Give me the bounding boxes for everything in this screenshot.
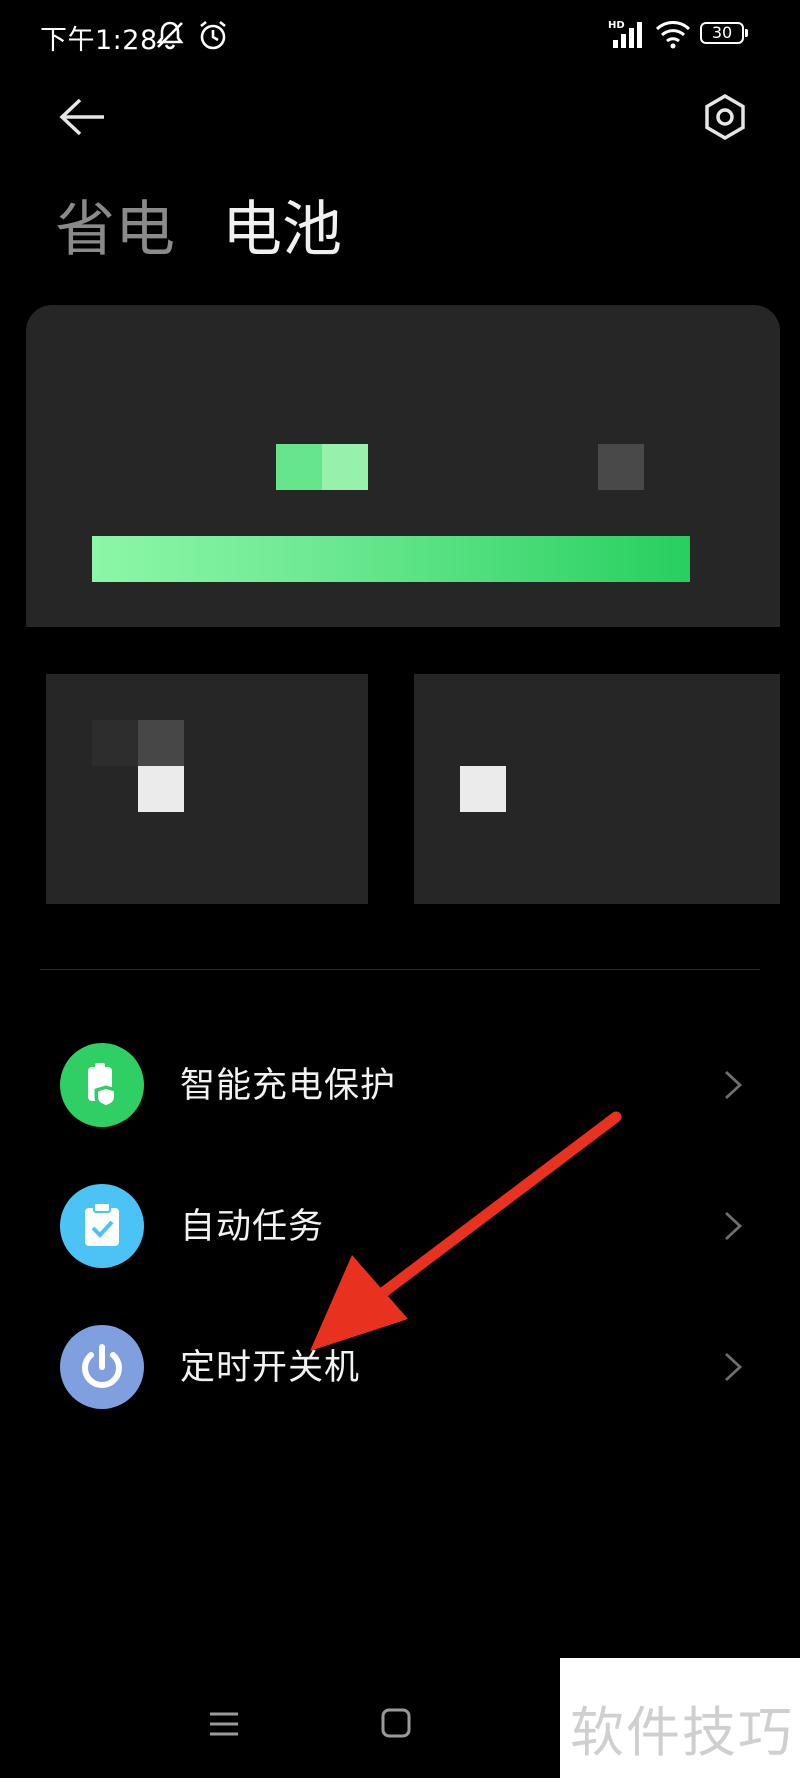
battery-indicator: 30 [700,22,748,44]
chevron-right-icon [725,1352,743,1382]
stat-block [92,720,138,766]
battery-status-block [322,444,368,490]
power-icon [60,1325,144,1409]
battery-status-block [276,444,322,490]
clipboard-check-icon [60,1184,144,1268]
settings-button[interactable] [700,92,750,142]
status-time: 下午1:28 [40,25,158,56]
home-square-icon[interactable] [380,1707,412,1739]
battery-status-block [598,444,644,490]
alarm-icon [200,20,226,50]
bell-off-icon [156,21,184,50]
charge-shield-icon [60,1043,144,1127]
tab-battery[interactable]: 电池 [222,195,342,265]
back-button[interactable] [58,95,108,139]
menu-lines-icon[interactable] [208,1710,240,1738]
tab-power-saving[interactable]: 省电 [55,195,175,265]
wifi-icon [655,21,691,49]
battery-level-bar [92,536,690,582]
annotation-arrow-icon [310,1111,622,1351]
arrow-left-icon [59,98,104,136]
watermark-text: 软件技巧 [570,1701,794,1764]
watermark: 软件技巧 [560,1658,800,1778]
hd-signal-icon [613,22,642,48]
stat-block [138,720,184,766]
chevron-right-icon [725,1070,743,1100]
battery-stat-card-left[interactable] [46,674,368,904]
menu-label: 智能充电保护 [180,1066,397,1106]
divider [40,969,760,970]
stat-block [460,766,506,812]
chevron-right-icon [725,1211,743,1241]
stat-block [138,766,184,812]
hexagon-gear-icon [705,93,745,141]
